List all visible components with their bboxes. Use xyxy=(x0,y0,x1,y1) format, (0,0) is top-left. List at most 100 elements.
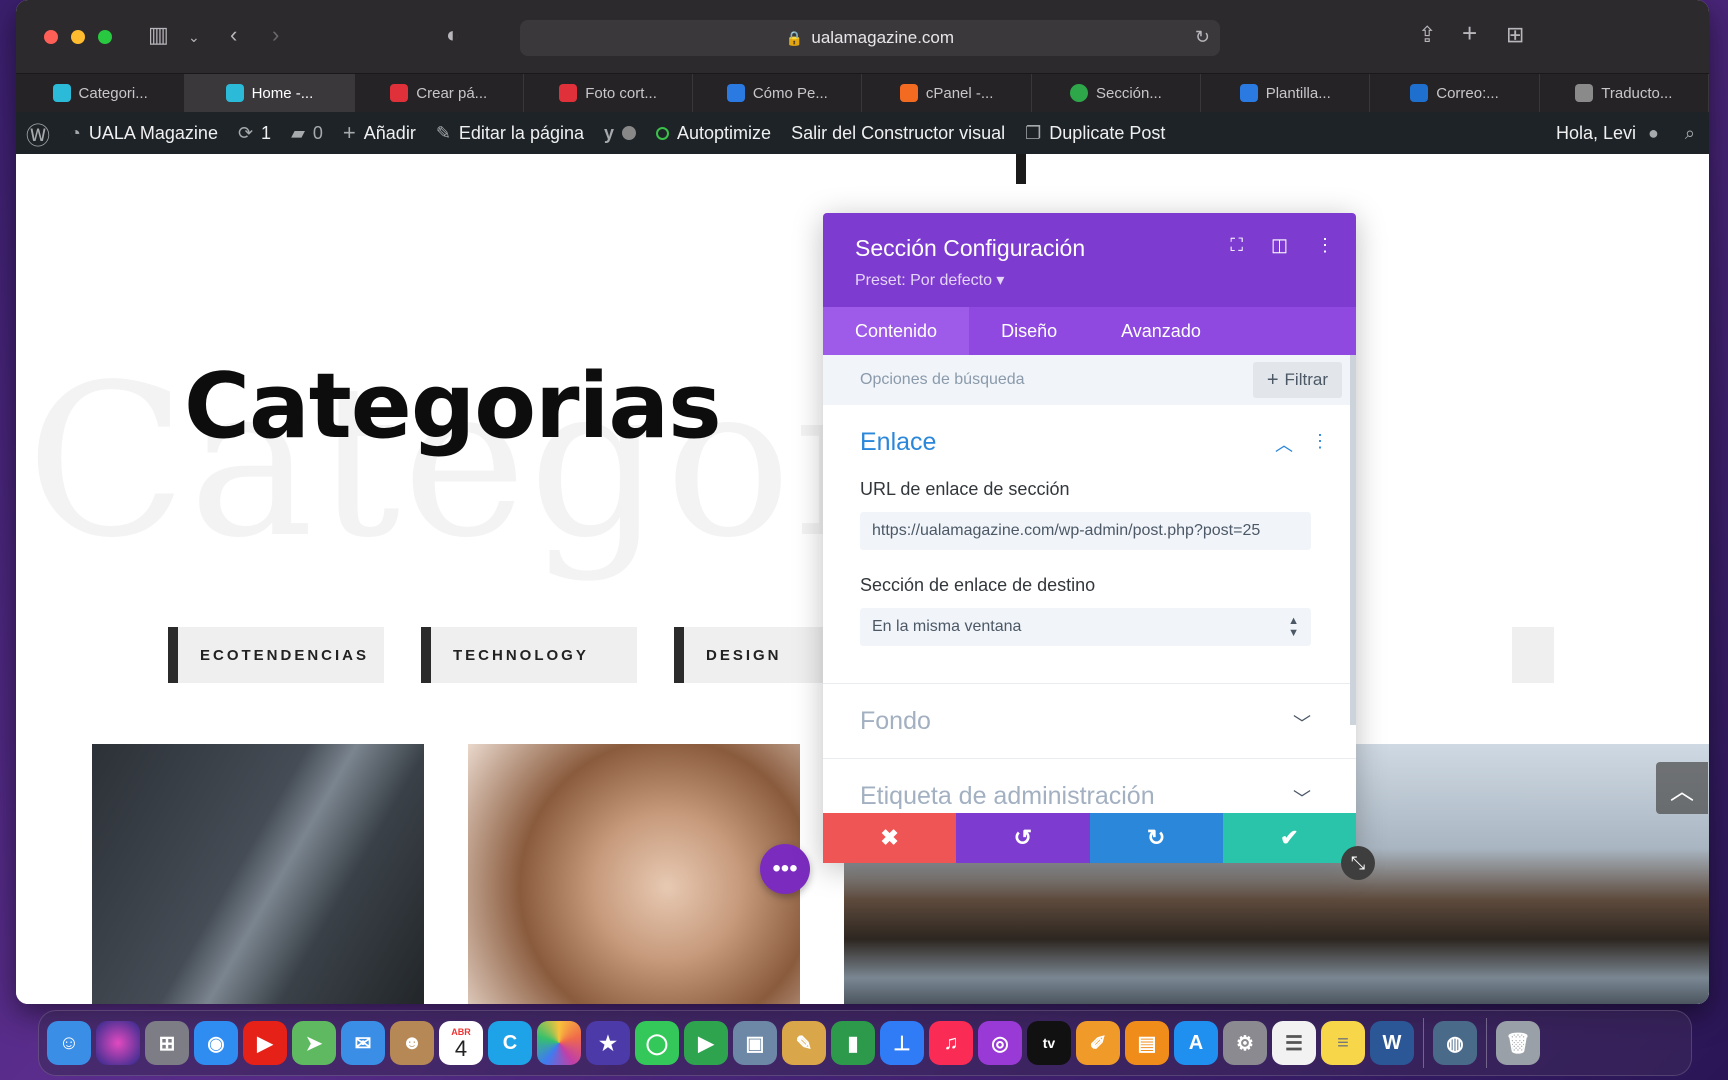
filter-button[interactable]: + Filtrar xyxy=(1252,362,1342,398)
minimize-window-button[interactable] xyxy=(71,30,85,44)
tab-design[interactable]: Diseño xyxy=(969,307,1089,355)
builder-menu-button[interactable]: ••• xyxy=(760,844,810,894)
textedit-icon[interactable]: ✎ xyxy=(782,1021,826,1065)
category-button[interactable]: ECOTENDENCIAS xyxy=(168,627,384,683)
share-icon[interactable]: ⇪ xyxy=(1418,24,1436,46)
scroll-to-top-button[interactable]: ︿ xyxy=(1656,762,1708,814)
redo-button[interactable]: ↻ xyxy=(1089,813,1223,863)
canva-icon[interactable]: C xyxy=(488,1021,532,1065)
section-url-input[interactable]: https://ualamagazine.com/wp-admin/post.p… xyxy=(860,512,1311,550)
chevron-up-icon[interactable]: ︿ xyxy=(1275,431,1293,457)
tab-overview-icon[interactable]: ⊞ xyxy=(1506,24,1524,46)
search-icon[interactable]: ⌕ xyxy=(1685,123,1695,144)
post-thumbnail[interactable] xyxy=(468,744,800,1004)
facetime-icon[interactable]: ▶ xyxy=(684,1021,728,1065)
sidebar-toggle-icon[interactable]: ▥ xyxy=(148,24,169,46)
status-circle-icon xyxy=(656,126,670,140)
resize-handle-icon[interactable]: ⤡ xyxy=(1341,846,1375,880)
pages-icon[interactable]: ✐ xyxy=(1076,1021,1120,1065)
chevron-down-icon[interactable]: ⌄ xyxy=(188,26,200,48)
forward-icon[interactable]: › xyxy=(272,24,279,46)
tab-label: Categori... xyxy=(78,84,148,102)
add-new-link[interactable]: + Añadir xyxy=(343,120,416,146)
siri-icon[interactable] xyxy=(96,1021,140,1065)
tab-7[interactable]: Plantilla... xyxy=(1201,74,1371,112)
comments-link[interactable]: ▰ 0 xyxy=(291,123,323,144)
reminders-icon[interactable]: ☰ xyxy=(1272,1021,1316,1065)
wordpress-logo-icon[interactable]: Ⓦ xyxy=(26,116,50,151)
updates-link[interactable]: ⟳ 1 xyxy=(238,123,271,144)
close-window-button[interactable] xyxy=(44,30,58,44)
messages-icon[interactable]: ◯ xyxy=(635,1021,679,1065)
app-store-icon[interactable]: A xyxy=(1174,1021,1218,1065)
edit-page-link[interactable]: ✎ Editar la página xyxy=(436,123,584,144)
link-target-select[interactable]: En la misma ventana ▲ ▼ xyxy=(860,608,1311,646)
system-preferences-icon[interactable]: ⚙ xyxy=(1223,1021,1267,1065)
numbers-icon[interactable]: ▮ xyxy=(831,1021,875,1065)
mail-icon[interactable]: ✉ xyxy=(341,1021,385,1065)
modal-scrollbar[interactable] xyxy=(1350,355,1356,725)
cancel-button[interactable]: ✖ xyxy=(823,813,957,863)
notes-icon[interactable]: ≡ xyxy=(1321,1021,1365,1065)
autoptimize-link[interactable]: Autoptimize xyxy=(656,123,771,144)
address-bar[interactable]: 🔒 ualamagazine.com ↻ xyxy=(520,20,1220,56)
tab-0[interactable]: Categori... xyxy=(16,74,186,112)
exit-builder-link[interactable]: Salir del Constructor visual xyxy=(791,123,1005,144)
fullscreen-icon[interactable]: ⛶ xyxy=(1230,235,1243,256)
safari-icon[interactable]: ◉ xyxy=(194,1021,238,1065)
link-section-header[interactable]: Enlace ︿ ⋮ xyxy=(860,405,1329,479)
tab-content[interactable]: Contenido xyxy=(823,307,970,355)
finder-icon[interactable]: ☺ xyxy=(47,1021,91,1065)
maps-icon[interactable]: ➤ xyxy=(292,1021,336,1065)
podcasts-icon[interactable]: ◎ xyxy=(978,1021,1022,1065)
more-options-icon[interactable]: ⋮ xyxy=(1311,431,1329,457)
save-button[interactable]: ✔ xyxy=(1222,813,1356,863)
word-icon[interactable]: W xyxy=(1370,1021,1414,1065)
keynote-icon[interactable]: ⊥ xyxy=(880,1021,924,1065)
chevron-down-icon[interactable]: ﹀ xyxy=(1293,785,1311,811)
music-icon[interactable]: ♫ xyxy=(929,1021,973,1065)
apple-tv-icon[interactable]: tv xyxy=(1027,1021,1071,1065)
imovie-icon[interactable]: ★ xyxy=(586,1021,630,1065)
duplicate-post-link[interactable]: ❐ Duplicate Post xyxy=(1025,123,1165,144)
tab-4[interactable]: Cómo Pe... xyxy=(693,74,863,112)
photos-icon[interactable] xyxy=(537,1021,581,1065)
more-options-icon[interactable]: ⋮ xyxy=(1316,235,1334,256)
tab-5[interactable]: cPanel -... xyxy=(862,74,1032,112)
contacts-icon[interactable]: ☻ xyxy=(390,1021,434,1065)
youtube-icon[interactable]: ▶ xyxy=(243,1021,287,1065)
split-view-icon[interactable]: ◫ xyxy=(1271,235,1288,256)
tab-9[interactable]: Traducto... xyxy=(1539,74,1709,112)
tab-3[interactable]: Foto cort... xyxy=(523,74,694,112)
tab-8[interactable]: Correo:... xyxy=(1370,74,1540,112)
reload-icon[interactable]: ↻ xyxy=(1195,27,1210,48)
launchpad-icon[interactable]: ⊞ xyxy=(145,1021,189,1065)
site-name-link[interactable]: ◔ UALA Magazine xyxy=(70,123,218,144)
privacy-shield-icon[interactable]: ◐ xyxy=(446,24,459,46)
tab-advanced[interactable]: Avanzado xyxy=(1089,307,1233,355)
tab-6[interactable]: Sección... xyxy=(1031,74,1202,112)
back-icon[interactable]: ‹ xyxy=(230,24,237,46)
preset-dropdown[interactable]: Preset: Por defecto ▾ xyxy=(855,270,1004,290)
category-button[interactable]: TECHNOLOGY xyxy=(421,627,637,683)
refresh-icon: ⟳ xyxy=(237,122,254,143)
chevron-down-icon[interactable]: ﹀ xyxy=(1293,710,1311,736)
user-avatar-icon[interactable]: ● xyxy=(1648,123,1659,144)
undo-button[interactable]: ↺ xyxy=(956,813,1090,863)
books-icon[interactable]: ▤ xyxy=(1125,1021,1169,1065)
category-button[interactable]: DESIGN xyxy=(674,627,844,683)
post-thumbnail[interactable] xyxy=(92,744,424,1004)
tab-1[interactable]: Home -... xyxy=(185,74,355,112)
zoom-window-button[interactable] xyxy=(98,30,112,44)
category-button[interactable] xyxy=(1512,627,1554,683)
quicktime-icon[interactable]: ◍ xyxy=(1433,1021,1477,1065)
background-section-header[interactable]: Fondo ﹀ xyxy=(860,684,1319,758)
trash-icon[interactable]: 🗑 xyxy=(1496,1021,1540,1065)
options-search[interactable]: Opciones de búsqueda + Filtrar xyxy=(823,355,1356,405)
tab-2[interactable]: Crear pá... xyxy=(354,74,524,112)
user-greeting[interactable]: Hola, Levi xyxy=(1556,123,1636,144)
preview-icon[interactable]: ▣ xyxy=(733,1021,777,1065)
new-tab-icon[interactable]: + xyxy=(1462,20,1477,46)
calendar-icon[interactable]: ABR 4 xyxy=(439,1021,483,1065)
yoast-link[interactable]: y xyxy=(604,123,637,144)
